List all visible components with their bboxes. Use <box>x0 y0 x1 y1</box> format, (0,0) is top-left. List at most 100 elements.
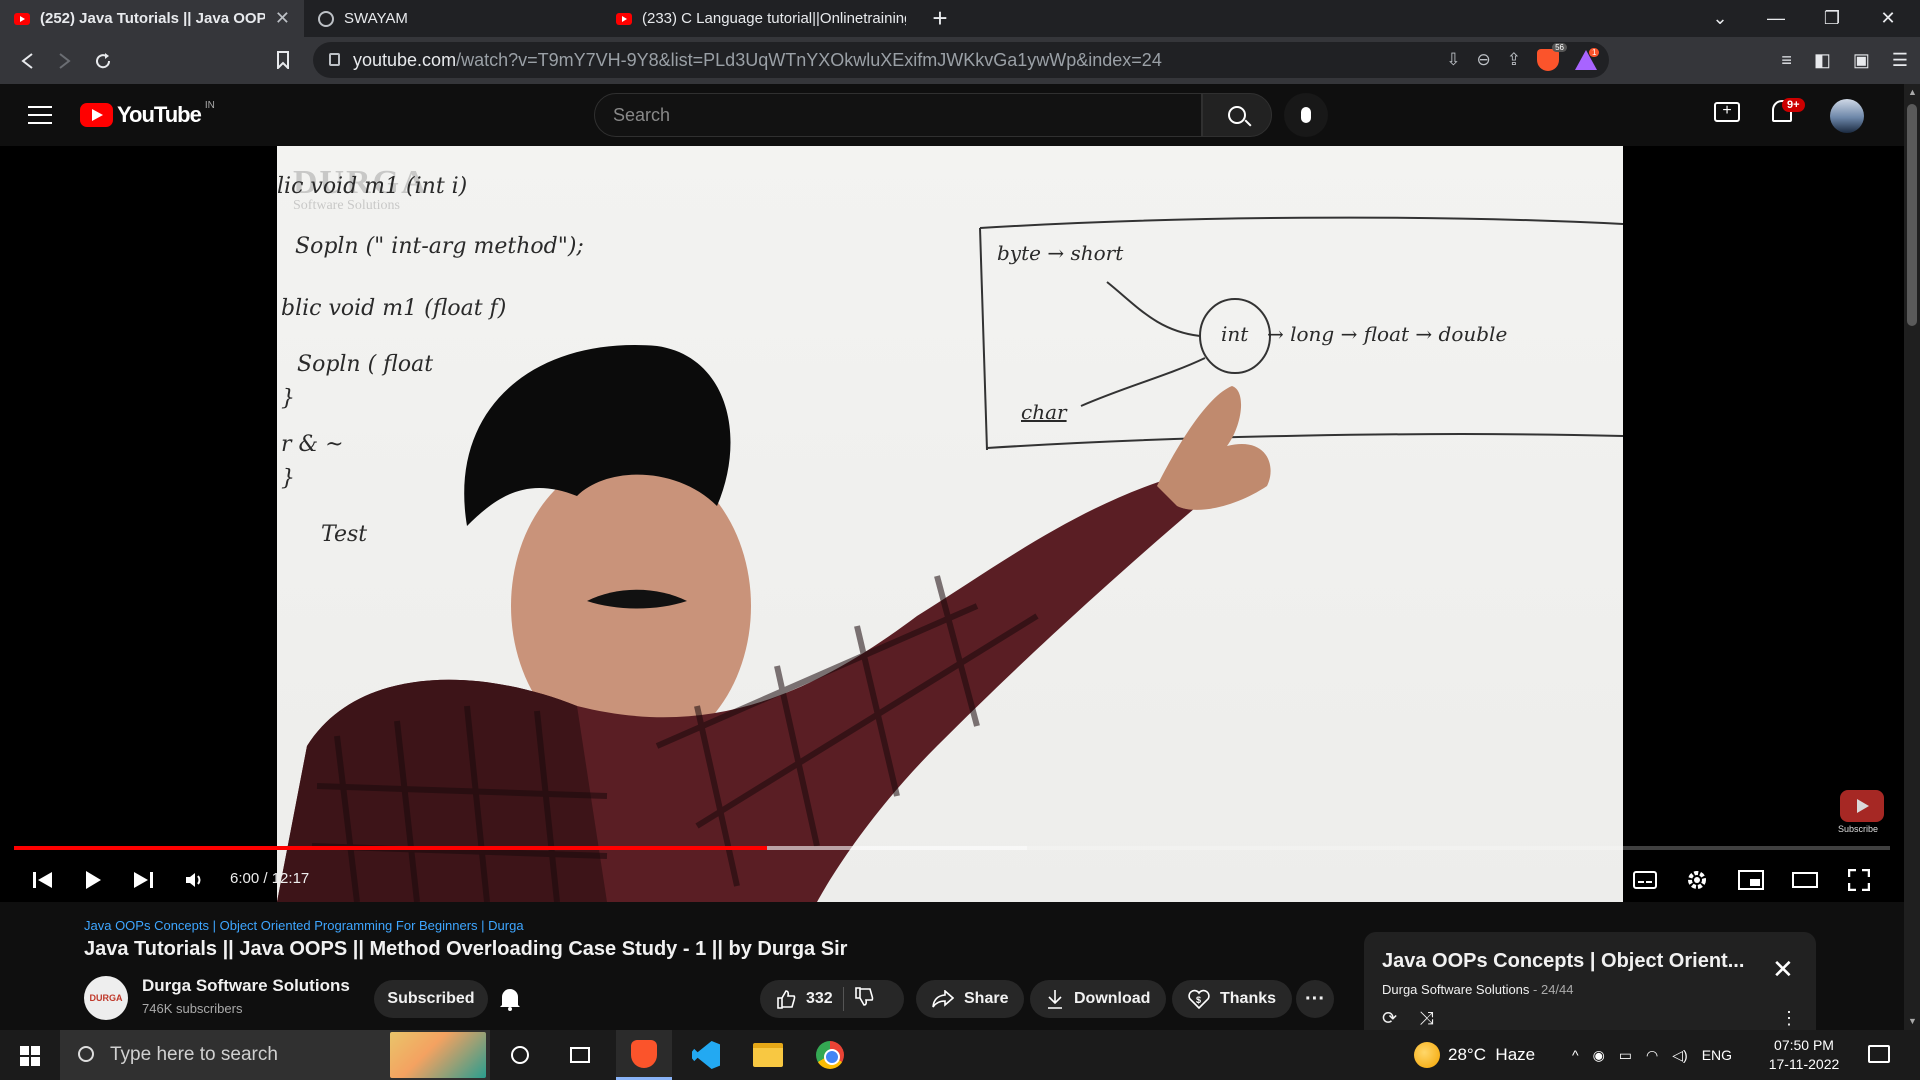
playlist-queue-icon[interactable]: ≡ <box>1781 50 1792 71</box>
minimize-button[interactable]: — <box>1752 0 1800 37</box>
volume-icon[interactable] <box>180 864 210 896</box>
sidebar-icon[interactable]: ◧ <box>1814 50 1831 71</box>
fullscreen-icon[interactable] <box>1844 864 1874 896</box>
lock-icon <box>329 53 340 66</box>
channel-avatar[interactable]: DURGA <box>84 976 128 1020</box>
dislike-button[interactable] <box>854 986 874 1012</box>
search-button[interactable] <box>1202 93 1272 137</box>
vscode-taskbar-icon[interactable] <box>678 1030 734 1080</box>
close-window-button[interactable]: ✕ <box>1864 0 1912 37</box>
address-bar-actions: ⇩ ⊖ ⇪ 56 1 <box>1446 42 1600 78</box>
install-app-icon[interactable]: ⇩ <box>1446 50 1460 70</box>
player-controls: 6:00 / 12:17 <box>0 858 1904 902</box>
create-video-icon[interactable]: + <box>1714 102 1740 122</box>
next-icon[interactable] <box>128 864 158 896</box>
taskbar-search-placeholder: Type here to search <box>110 1044 278 1065</box>
channel-name[interactable]: Durga Software Solutions <box>142 976 350 996</box>
shuffle-icon[interactable]: ⤨ <box>1419 1008 1433 1029</box>
weather-widget[interactable]: 28°C Haze <box>1414 1030 1535 1080</box>
download-label: Download <box>1074 990 1151 1007</box>
tab-search-dropdown-icon[interactable]: ⌄ <box>1696 0 1744 37</box>
youtube-favicon-icon <box>616 12 632 25</box>
previous-icon[interactable] <box>28 864 58 896</box>
channel-bell-icon[interactable] <box>498 986 524 1012</box>
playlist-meta: Durga Software Solutions - 24/44 <box>1382 982 1574 997</box>
thanks-button[interactable]: $ Thanks <box>1172 980 1293 1018</box>
theater-mode-icon[interactable] <box>1790 864 1820 896</box>
chrome-taskbar-icon[interactable] <box>802 1030 858 1080</box>
playlist-link[interactable]: Java OOPs Concepts | Object Oriented Pro… <box>84 918 524 933</box>
browser-extensions: ≡ ◧ ▣ ☰ <box>1781 37 1908 84</box>
progress-bar[interactable] <box>14 846 1890 850</box>
bookmark-icon[interactable] <box>264 41 302 79</box>
search-input[interactable] <box>613 104 1201 126</box>
playlist-more-icon[interactable]: ⋮ <box>1780 1008 1798 1029</box>
taskbar-search[interactable]: Type here to search <box>60 1030 490 1080</box>
reload-icon[interactable] <box>84 42 122 80</box>
download-button[interactable]: Download <box>1030 980 1167 1018</box>
subscribed-button[interactable]: Subscribed <box>374 980 488 1018</box>
search-icon <box>1228 106 1246 124</box>
voice-search-button[interactable] <box>1284 93 1328 137</box>
playlist-channel[interactable]: Durga Software Solutions <box>1382 982 1529 997</box>
thumbs-up-icon <box>777 990 796 1009</box>
share-button[interactable]: Share <box>916 980 1025 1018</box>
windows-start-icon[interactable] <box>20 1046 40 1066</box>
code-line: Test <box>321 522 368 547</box>
video-frame[interactable]: DURGA Software Solutions lic void m1 (in… <box>277 146 1623 902</box>
address-bar[interactable]: youtube.com/watch?v=T9mY7VH-9Y8&list=PLd… <box>313 42 1609 78</box>
search-box[interactable] <box>594 93 1202 137</box>
tab-c-language[interactable]: (233) C Language tutorial||Onlinetrainin… <box>602 0 920 37</box>
code-line: Sopln (" int-arg method"); <box>295 234 584 259</box>
more-actions-button[interactable]: ··· <box>1296 980 1334 1018</box>
loop-icon[interactable]: ⟳ <box>1382 1008 1397 1029</box>
restore-button[interactable]: ❐ <box>1808 0 1856 37</box>
browser-menu-icon[interactable]: ☰ <box>1892 50 1908 71</box>
subscribe-watermark-icon[interactable] <box>1840 790 1884 822</box>
scroll-up-arrow-icon[interactable]: ▲ <box>1908 87 1917 97</box>
share-icon[interactable]: ⇪ <box>1507 50 1521 70</box>
taskbar-clock[interactable]: 07:50 PM 17-11-2022 <box>1764 1036 1844 1074</box>
show-hidden-icons-icon[interactable]: ^ <box>1572 1047 1579 1063</box>
battery-icon[interactable]: ▭ <box>1619 1047 1632 1064</box>
chain-int: int <box>1221 322 1249 346</box>
youtube-logo[interactable]: YouTube IN <box>80 100 215 128</box>
wifi-icon[interactable]: ◠ <box>1646 1047 1658 1064</box>
action-center-icon[interactable] <box>1868 1045 1890 1063</box>
scroll-thumb[interactable] <box>1907 104 1917 326</box>
rewards-count-badge: 1 <box>1589 48 1600 57</box>
like-dislike-group: 332 <box>760 980 904 1018</box>
playlist-title[interactable]: Java OOPs Concepts | Object Orient... <box>1382 950 1744 973</box>
share-arrow-icon <box>932 990 954 1008</box>
video-player[interactable]: DURGA Software Solutions lic void m1 (in… <box>0 146 1904 902</box>
wallet-icon[interactable]: ▣ <box>1853 50 1870 71</box>
subscriber-count: 746K subscribers <box>142 1001 243 1016</box>
page-scrollbar[interactable]: ▲ ▼ <box>1904 84 1920 1030</box>
play-icon[interactable] <box>78 864 108 896</box>
brave-shields-icon[interactable]: 56 <box>1537 43 1567 71</box>
screen: (252) Java Tutorials || Java OOPS || Met… <box>0 0 1920 1080</box>
speaker-icon[interactable]: ◁) <box>1672 1047 1687 1064</box>
like-button[interactable]: 332 <box>776 989 833 1009</box>
meet-now-icon[interactable]: ◉ <box>1593 1047 1605 1064</box>
new-tab-button[interactable]: + <box>920 0 960 37</box>
file-explorer-taskbar-icon[interactable] <box>740 1030 796 1080</box>
miniplayer-icon[interactable] <box>1736 864 1766 896</box>
forward-icon[interactable] <box>46 42 84 80</box>
back-icon[interactable] <box>8 42 46 80</box>
tab-close-icon[interactable]: ✕ <box>275 8 290 29</box>
account-avatar[interactable] <box>1830 99 1864 133</box>
language-indicator[interactable]: ENG <box>1702 1047 1732 1063</box>
cortana-icon[interactable] <box>492 1030 548 1080</box>
tab-swayam[interactable]: SWAYAM <box>304 0 602 37</box>
scroll-down-arrow-icon[interactable]: ▼ <box>1908 1016 1917 1026</box>
brave-rewards-icon[interactable]: 1 <box>1575 48 1600 70</box>
subtitles-icon[interactable] <box>1630 864 1660 896</box>
brave-browser-taskbar-icon[interactable] <box>616 1030 672 1080</box>
tab-java-tutorials[interactable]: (252) Java Tutorials || Java OOPS || Met… <box>0 0 304 37</box>
task-view-icon[interactable] <box>552 1030 608 1080</box>
playlist-close-icon[interactable]: ✕ <box>1772 954 1794 985</box>
zoom-icon[interactable]: ⊖ <box>1477 50 1491 70</box>
guide-menu-icon[interactable] <box>28 106 52 124</box>
settings-gear-icon[interactable] <box>1682 864 1712 896</box>
